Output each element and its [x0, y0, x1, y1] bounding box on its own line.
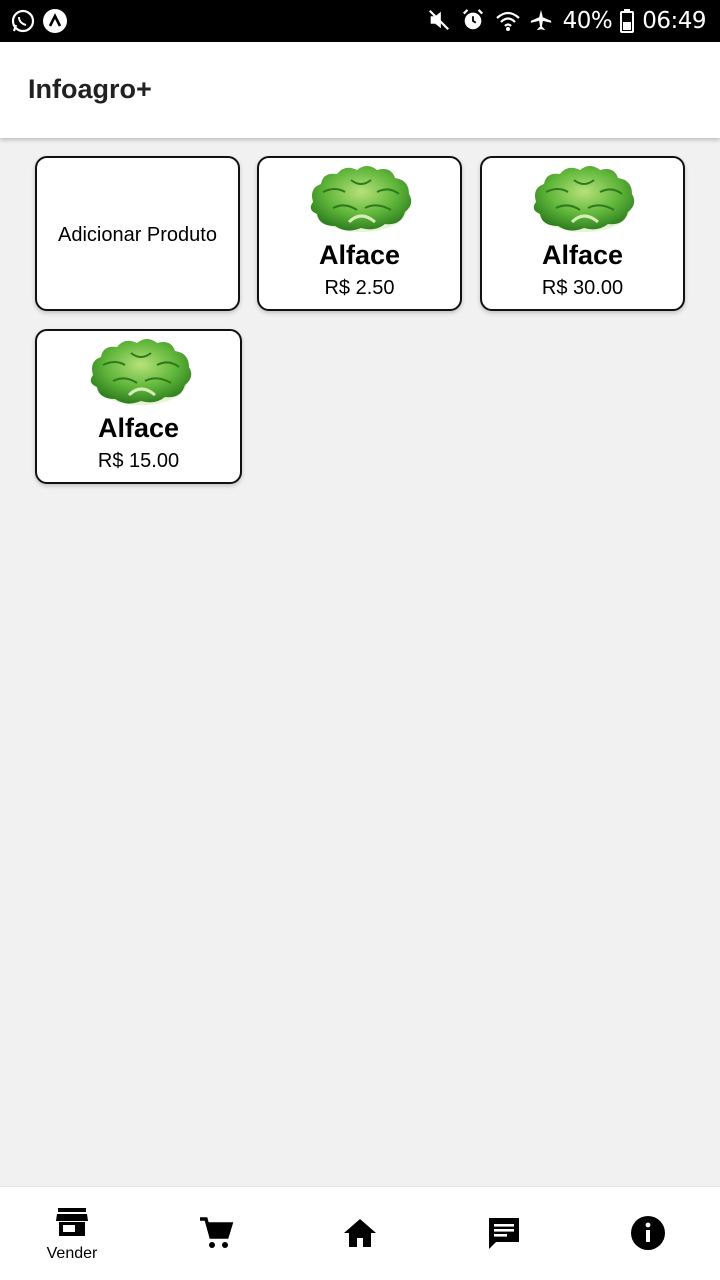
- lettuce-image: [305, 162, 417, 236]
- status-bar: 40% 06:49: [0, 0, 720, 42]
- product-name: Alface: [541, 240, 624, 270]
- lettuce-image: [85, 335, 197, 409]
- mute-icon: [427, 8, 453, 34]
- add-product-card[interactable]: Adicionar Produto: [35, 156, 240, 311]
- chat-icon: [489, 1218, 519, 1249]
- wifi-icon: [495, 8, 521, 34]
- battery-percent: 40%: [562, 8, 613, 34]
- product-price: R$ 15.00: [97, 450, 180, 472]
- cart-icon: [200, 1217, 234, 1248]
- nav-vender-label: Vender: [46, 1245, 98, 1262]
- product-name: Alface: [318, 240, 401, 270]
- store-icon: [56, 1208, 88, 1236]
- battery-icon: [620, 8, 635, 34]
- app-bar: Infoagro+: [0, 42, 720, 138]
- airplane-icon: [529, 8, 555, 34]
- lettuce-image: [528, 162, 640, 236]
- product-name: Alface: [97, 413, 180, 443]
- product-card[interactable]: Alface R$ 2.50: [257, 156, 462, 311]
- nav-vender[interactable]: Vender: [0, 1187, 144, 1280]
- nav-cart[interactable]: [144, 1187, 288, 1280]
- clock: 06:49: [642, 8, 706, 34]
- product-card[interactable]: Alface R$ 30.00: [480, 156, 685, 311]
- nav-info[interactable]: [576, 1187, 720, 1280]
- nav-home[interactable]: [288, 1187, 432, 1280]
- home-icon: [344, 1219, 376, 1247]
- product-card[interactable]: Alface R$ 15.00: [35, 329, 242, 484]
- product-price: R$ 30.00: [541, 277, 624, 299]
- add-product-label: Adicionar Produto: [58, 224, 217, 246]
- whatsapp-icon: [10, 8, 36, 34]
- nav-chat[interactable]: [432, 1187, 576, 1280]
- bottom-navigation: Vender: [0, 1186, 720, 1280]
- product-price: R$ 2.50: [324, 277, 395, 299]
- info-icon: [631, 1216, 665, 1250]
- alarm-icon: [461, 8, 487, 34]
- app-title: Infoagro+: [28, 74, 152, 104]
- app-notification-icon: [42, 8, 68, 34]
